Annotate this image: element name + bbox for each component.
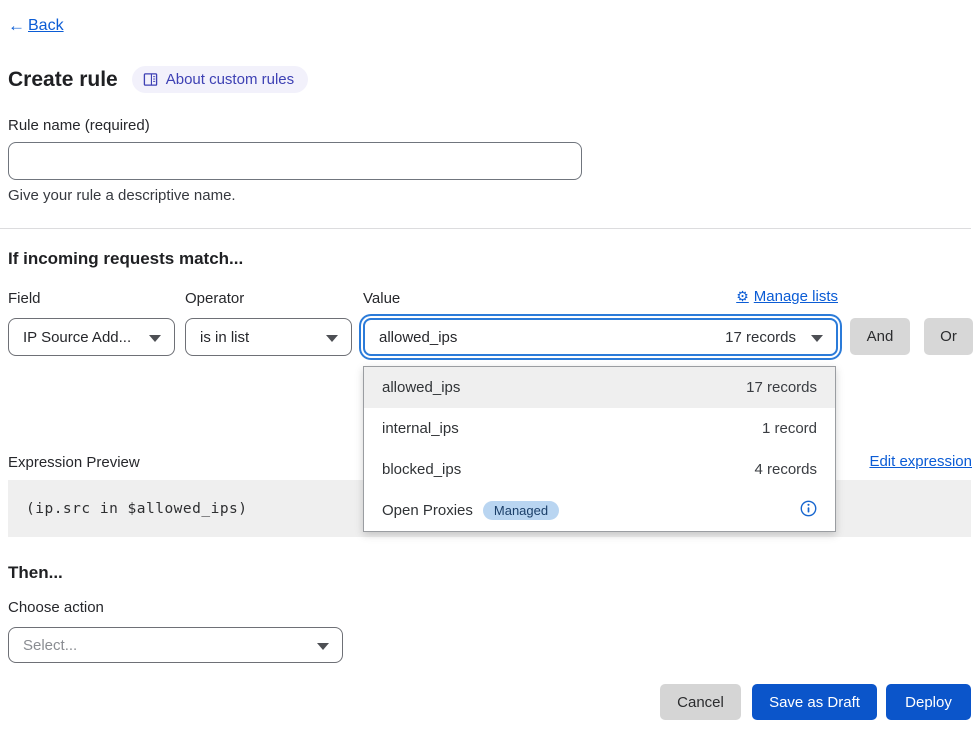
list-item-record-count: 4 records bbox=[754, 461, 817, 478]
list-item-record-count: 17 records bbox=[746, 379, 817, 396]
chevron-down-icon bbox=[317, 643, 329, 650]
list-item-name: allowed_ips bbox=[382, 379, 460, 396]
back-arrow-icon: ← bbox=[8, 16, 25, 36]
list-item-blocked-ips[interactable]: blocked_ips 4 records bbox=[364, 449, 835, 490]
chevron-down-icon bbox=[811, 335, 823, 342]
value-select[interactable]: allowed_ips 17 records bbox=[363, 318, 838, 356]
expression-preview-label: Expression Preview bbox=[8, 454, 140, 471]
info-icon[interactable] bbox=[800, 500, 817, 521]
action-select-placeholder: Select... bbox=[23, 637, 77, 654]
operator-select-value: is in list bbox=[200, 329, 249, 346]
managed-badge: Managed bbox=[483, 501, 559, 520]
value-select-record-count: 17 records bbox=[725, 329, 796, 346]
save-as-draft-button[interactable]: Save as Draft bbox=[752, 684, 877, 720]
list-item-name: blocked_ips bbox=[382, 461, 461, 478]
page-title: Create rule bbox=[8, 68, 118, 92]
create-rule-page: ←Back Create rule About custom rules Rul… bbox=[0, 0, 979, 739]
rule-name-label: Rule name (required) bbox=[8, 117, 150, 134]
chevron-down-icon bbox=[149, 335, 161, 342]
deploy-button[interactable]: Deploy bbox=[886, 684, 971, 720]
manage-lists-wrap: ⚙ Manage lists bbox=[363, 288, 838, 305]
value-select-value: allowed_ips bbox=[379, 329, 457, 346]
title-row: Create rule About custom rules bbox=[8, 66, 308, 93]
chevron-down-icon bbox=[326, 335, 338, 342]
about-custom-rules-link[interactable]: About custom rules bbox=[132, 66, 308, 93]
edit-expression-link[interactable]: Edit expression bbox=[869, 453, 972, 470]
gear-icon: ⚙ bbox=[736, 288, 749, 305]
list-item-open-proxies[interactable]: Open Proxies Managed bbox=[364, 490, 835, 531]
book-icon bbox=[143, 72, 158, 87]
and-button[interactable]: And bbox=[850, 318, 910, 355]
field-select[interactable]: IP Source Add... bbox=[8, 318, 175, 356]
list-item-allowed-ips[interactable]: allowed_ips 17 records bbox=[364, 367, 835, 408]
about-custom-rules-label: About custom rules bbox=[166, 71, 294, 88]
list-item-name: Open Proxies bbox=[382, 502, 473, 519]
choose-action-label: Choose action bbox=[8, 599, 104, 616]
field-select-value: IP Source Add... bbox=[23, 329, 131, 346]
operator-label: Operator bbox=[185, 290, 244, 307]
list-item-name: internal_ips bbox=[382, 420, 459, 437]
expression-code: (ip.src in $allowed_ips) bbox=[8, 501, 248, 517]
cancel-button[interactable]: Cancel bbox=[660, 684, 741, 720]
rule-name-input[interactable] bbox=[8, 142, 582, 180]
operator-select[interactable]: is in list bbox=[185, 318, 352, 356]
back-label: Back bbox=[28, 17, 64, 35]
list-item-record-count: 1 record bbox=[762, 420, 817, 437]
or-button[interactable]: Or bbox=[924, 318, 973, 355]
list-item-internal-ips[interactable]: internal_ips 1 record bbox=[364, 408, 835, 449]
rule-name-helper: Give your rule a descriptive name. bbox=[8, 187, 236, 204]
section-divider bbox=[0, 228, 971, 229]
back-link[interactable]: ←Back bbox=[8, 16, 64, 36]
manage-lists-link[interactable]: ⚙ Manage lists bbox=[736, 288, 838, 305]
match-section-heading: If incoming requests match... bbox=[8, 249, 243, 269]
action-select[interactable]: Select... bbox=[8, 627, 343, 663]
manage-lists-label: Manage lists bbox=[754, 288, 838, 305]
value-dropdown-menu: allowed_ips 17 records internal_ips 1 re… bbox=[363, 366, 836, 532]
field-label: Field bbox=[8, 290, 41, 307]
then-section-heading: Then... bbox=[8, 563, 63, 583]
